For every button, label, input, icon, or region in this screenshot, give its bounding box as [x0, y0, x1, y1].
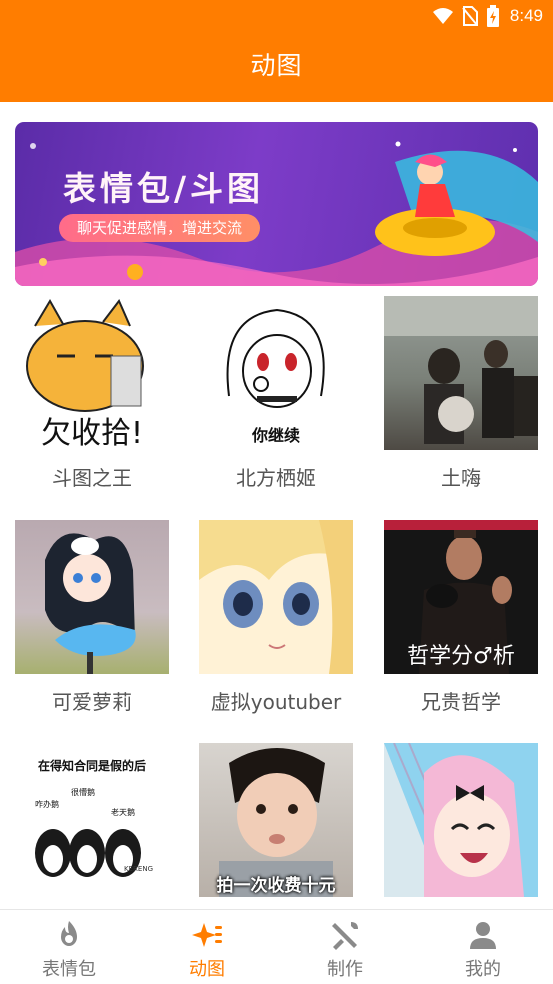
- tools-icon: [332, 922, 358, 950]
- battery-charging-icon: [486, 5, 499, 27]
- thumbnail-caption: 哲学分♂析: [407, 644, 515, 669]
- status-bar: 8:49: [0, 0, 553, 32]
- flame-icon: [61, 921, 77, 946]
- thumbnail-caption: 欠收拾!: [40, 416, 144, 450]
- grid-item[interactable]: 在得知合同是假的后 咋办鹅 很懵鹅 老天鹅 KERENG: [15, 743, 169, 909]
- thumbnail: 在得知合同是假的后 咋办鹅 很懵鹅 老天鹅 KERENG: [15, 743, 169, 897]
- meme-illustration: [45, 533, 136, 674]
- promo-banner[interactable]: 表情包/斗图 聊天促进感情，增进交流: [15, 122, 538, 286]
- thumbnail: 拍一次收费十元: [199, 743, 353, 897]
- thumbnail-caption: 拍一次收费十元: [216, 876, 336, 896]
- grid-item-label: 北方栖姬: [236, 466, 316, 490]
- grid-item[interactable]: 欠收拾! 斗图之王: [15, 296, 169, 491]
- grid-item[interactable]: 你继续 北方栖姬: [199, 296, 353, 491]
- thumbnail: 哲学分♂析: [384, 520, 538, 674]
- bottom-tab-bar: 表情包 动图 制作 我的: [0, 909, 553, 984]
- tab-emoji-packs[interactable]: 表情包: [0, 910, 138, 984]
- banner-title: 表情包/斗图: [63, 169, 265, 208]
- sparkle-list-icon: [192, 923, 222, 947]
- thumbnail: 你继续: [199, 296, 353, 450]
- tab-mine[interactable]: 我的: [414, 910, 552, 984]
- grid-item-label: 兄贵哲学: [421, 690, 501, 714]
- grid-item[interactable]: 虚拟youtuber: [199, 520, 353, 715]
- tab-make[interactable]: 制作: [276, 910, 414, 984]
- grid-item[interactable]: 哲学分♂析 兄贵哲学: [384, 520, 538, 715]
- grid-item[interactable]: 可爱萝莉: [15, 520, 169, 715]
- thumbnail: [15, 520, 169, 674]
- no-sim-icon: [462, 6, 478, 26]
- tab-label: 动图: [189, 959, 225, 980]
- penguin-illustration: [35, 829, 141, 877]
- grid-item[interactable]: 拍一次收费十元: [199, 743, 353, 909]
- app-bar: 动图: [0, 32, 553, 102]
- thumbnail-caption: 你继续: [251, 426, 300, 445]
- status-time: 8:49: [509, 6, 543, 25]
- tab-label: 制作: [327, 959, 363, 980]
- grid-item-label: 斗图之王: [52, 466, 132, 490]
- status-icons: 8:49: [432, 5, 543, 27]
- tab-label: 表情包: [42, 959, 96, 980]
- thumbnail: 欠收拾!: [15, 296, 169, 450]
- grid-item-label: 虚拟youtuber: [210, 690, 342, 714]
- tab-gifs[interactable]: 动图: [138, 910, 276, 984]
- thumbnail: [199, 520, 353, 674]
- tab-label: 我的: [465, 959, 501, 980]
- banner-subtitle: 聊天促进感情，增进交流: [59, 214, 261, 242]
- meme-illustration: [384, 743, 524, 897]
- page-title: 动图: [250, 51, 303, 80]
- meme-illustration: [199, 520, 353, 674]
- person-icon: [470, 922, 496, 949]
- grid-item-label: 土嗨: [441, 466, 481, 490]
- thumbnail: [384, 296, 538, 450]
- wifi-icon: [432, 8, 453, 24]
- grid-item[interactable]: 土嗨: [384, 296, 538, 491]
- thumbnail: [384, 743, 538, 897]
- photo-placeholder: [384, 296, 538, 444]
- grid-item[interactable]: [384, 743, 538, 909]
- grid-item-label: 可爱萝莉: [52, 690, 132, 714]
- meme-watermark: KERENG: [124, 865, 153, 873]
